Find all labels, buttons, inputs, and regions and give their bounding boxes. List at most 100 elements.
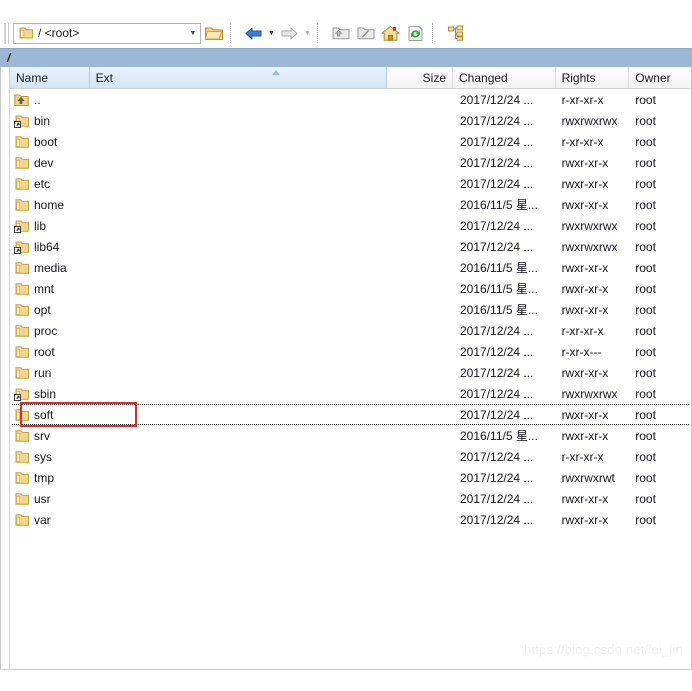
cell-rights: rwxr-xr-x: [561, 281, 609, 296]
folder-link-icon: [14, 219, 32, 233]
toolbar-separator-2: [317, 23, 324, 43]
cell-owner: root: [635, 113, 656, 128]
cell-changed: 2016/11/5 星...: [460, 198, 538, 212]
column-header-name[interactable]: Name: [10, 67, 90, 88]
cell-owner: root: [635, 176, 656, 191]
cell-name: proc: [10, 324, 90, 338]
column-header-changed[interactable]: Changed: [453, 67, 556, 88]
folder-icon: [14, 135, 32, 149]
path-combo-box[interactable]: / <root> ▼: [13, 22, 201, 44]
folder-root-icon[interactable]: [354, 22, 377, 45]
back-history-dropdown[interactable]: ▼: [266, 22, 277, 44]
cell-name: ..: [10, 93, 90, 107]
file-panel: Name Ext Size Changed Rights Owner .. 201…: [0, 67, 692, 669]
sort-ascending-icon: [271, 70, 280, 75]
refresh-icon[interactable]: [404, 22, 427, 45]
chevron-down-icon[interactable]: ▼: [186, 30, 200, 37]
forward-history-dropdown[interactable]: ▼: [302, 22, 313, 44]
table-row[interactable]: sbin 2017/12/24 ... rwxrwxrwx root: [10, 383, 691, 404]
table-row[interactable]: usr 2017/12/24 ... rwxr-xr-x root: [10, 488, 691, 509]
cell-name: etc: [10, 177, 90, 191]
table-row[interactable]: etc 2017/12/24 ... rwxr-xr-x root: [10, 173, 691, 194]
table-row[interactable]: boot 2017/12/24 ... r-xr-xr-x root: [10, 131, 691, 152]
cell-name: usr: [10, 492, 90, 506]
cell-rights: rwxr-xr-x: [561, 407, 609, 422]
cell-changed: 2017/12/24 ...: [460, 155, 534, 170]
back-arrow-icon[interactable]: [242, 22, 265, 45]
cell-rights: rwxrwxrwx: [561, 113, 618, 128]
column-header-owner[interactable]: Owner: [629, 67, 692, 88]
file-name-label: usr: [34, 491, 51, 506]
file-name-label: dev: [34, 155, 54, 170]
toolbar: / <root> ▼ ▼ ▼: [0, 18, 692, 48]
file-name-label: soft: [34, 407, 54, 422]
table-row[interactable]: opt 2016/11/5 星... rwxr-xr-x root: [10, 299, 691, 320]
column-header-ext[interactable]: Ext: [89, 67, 388, 88]
cell-owner: root: [635, 92, 656, 107]
file-list[interactable]: .. 2017/12/24 ... r-xr-xr-x root bin 2017/12/…: [10, 89, 691, 669]
column-header-changed-label: Changed: [459, 70, 508, 85]
folder-icon: [19, 26, 34, 40]
column-header-rights[interactable]: Rights: [555, 67, 630, 88]
folder-icon: [14, 324, 32, 338]
cell-owner: root: [635, 428, 656, 443]
cell-owner: root: [635, 449, 656, 464]
cell-changed: 2017/12/24 ...: [460, 134, 534, 149]
file-name-label: proc: [34, 323, 58, 338]
folder-icon: [14, 429, 32, 443]
table-row[interactable]: var 2017/12/24 ... rwxr-xr-x root: [10, 509, 691, 530]
cell-owner: root: [635, 197, 656, 212]
cell-changed: 2017/12/24 ...: [460, 449, 534, 464]
folder-up-icon[interactable]: [329, 22, 352, 45]
table-row[interactable]: .. 2017/12/24 ... r-xr-xr-x root: [10, 89, 691, 110]
folder-icon: [14, 177, 32, 191]
table-row[interactable]: proc 2017/12/24 ... r-xr-xr-x root: [10, 320, 691, 341]
file-name-label: srv: [34, 428, 50, 443]
column-header-size[interactable]: Size: [387, 67, 453, 88]
table-row[interactable]: mnt 2016/11/5 星... rwxr-xr-x root: [10, 278, 691, 299]
cell-name: lib: [10, 219, 90, 233]
table-row[interactable]: soft 2017/12/24 ... rwxr-xr-x root: [10, 404, 691, 425]
folder-icon: [14, 513, 32, 527]
file-panel-inner: Name Ext Size Changed Rights Owner .. 201…: [9, 67, 692, 669]
table-row[interactable]: sys 2017/12/24 ... r-xr-xr-x root: [10, 446, 691, 467]
cell-name: dev: [10, 156, 90, 170]
table-row[interactable]: lib64 2017/12/24 ... rwxrwxrwx root: [10, 236, 691, 257]
home-icon[interactable]: [379, 22, 402, 45]
table-row[interactable]: run 2017/12/24 ... rwxr-xr-x root: [10, 362, 691, 383]
cell-name: lib64: [10, 240, 90, 254]
forward-arrow-icon[interactable]: [278, 22, 301, 45]
table-row[interactable]: media 2016/11/5 星... rwxr-xr-x root: [10, 257, 691, 278]
watermark-text: https://blog.csdn.net/lei_lin: [523, 642, 683, 657]
cell-rights: r-xr-xr-x: [561, 323, 604, 338]
cell-name: mnt: [10, 282, 90, 296]
tree-icon[interactable]: [444, 22, 467, 45]
cell-owner: root: [635, 491, 656, 506]
file-name-label: bin: [34, 113, 51, 128]
folder-icon: [14, 492, 32, 506]
cell-changed: 2017/12/24 ...: [460, 365, 534, 380]
toolbar-grip-handle[interactable]: [4, 22, 10, 44]
table-row[interactable]: root 2017/12/24 ... r-xr-x--- root: [10, 341, 691, 362]
cell-changed: 2017/12/24 ...: [460, 218, 534, 233]
table-row[interactable]: tmp 2017/12/24 ... rwxrwxrwt root: [10, 467, 691, 488]
table-row[interactable]: srv 2016/11/5 星... rwxr-xr-x root: [10, 425, 691, 446]
cell-rights: rwxrwxrwt: [561, 470, 615, 485]
table-row[interactable]: dev 2017/12/24 ... rwxr-xr-x root: [10, 152, 691, 173]
cell-owner: root: [635, 512, 656, 527]
cell-rights: rwxr-xr-x: [561, 491, 609, 506]
cell-name: home: [10, 198, 90, 212]
table-row[interactable]: bin 2017/12/24 ... rwxrwxrwx root: [10, 110, 691, 131]
open-directory-button[interactable]: [202, 22, 225, 45]
table-row[interactable]: home 2016/11/5 星... rwxr-xr-x root: [10, 194, 691, 215]
file-name-label: media: [34, 260, 67, 275]
cell-owner: root: [635, 344, 656, 359]
cell-name: root: [10, 345, 90, 359]
file-name-label: sbin: [34, 386, 57, 401]
table-row[interactable]: lib 2017/12/24 ... rwxrwxrwx root: [10, 215, 691, 236]
toolbar-separator-3: [432, 23, 439, 43]
folder-icon: [14, 282, 32, 296]
cell-rights: r-xr-xr-x: [561, 449, 604, 464]
cell-owner: root: [635, 323, 656, 338]
cell-owner: root: [635, 134, 656, 149]
